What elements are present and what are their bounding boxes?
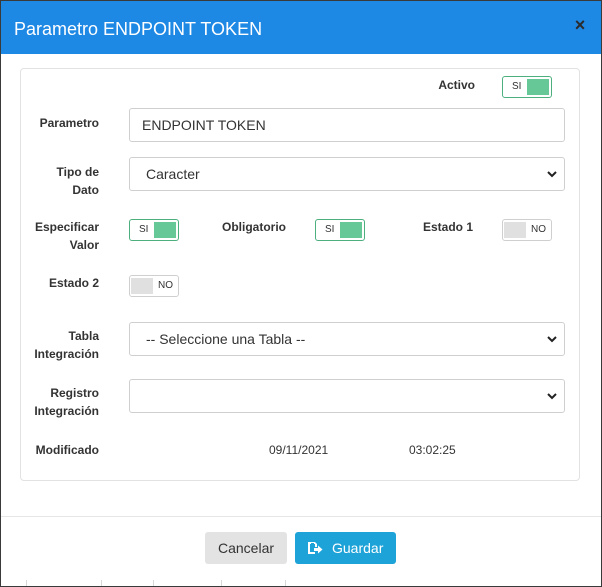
modificado-date: 09/11/2021	[269, 443, 329, 457]
chevron-down-icon	[547, 393, 557, 400]
obligatorio-toggle[interactable]: SI	[315, 219, 365, 241]
registro-integracion-select[interactable]	[129, 379, 565, 413]
cancel-button[interactable]: Cancelar	[205, 532, 287, 564]
especificar-valor-label: Especificar Valor	[34, 220, 99, 252]
modificado-time: 03:02:25	[409, 443, 456, 457]
tipo-dato-label: Tipo de Dato	[56, 165, 99, 197]
toggle-knob	[340, 222, 362, 238]
modificado-label: Modificado	[35, 443, 99, 457]
toggle-knob	[527, 79, 549, 95]
modal-title: Parametro ENDPOINT TOKEN	[14, 19, 263, 39]
tabla-integracion-selected: -- Seleccione una Tabla --	[146, 331, 306, 347]
background-page-edge	[1, 580, 601, 586]
especificar-valor-toggle[interactable]: SI	[129, 219, 179, 241]
floppy-disk-arrow-icon	[308, 542, 323, 554]
chevron-down-icon	[547, 171, 557, 178]
toggle-knob	[504, 222, 526, 238]
footer-divider	[1, 516, 601, 517]
obligatorio-label: Obligatorio	[222, 220, 286, 234]
toggle-knob	[131, 278, 153, 294]
tabla-integracion-label: Tabla Integración	[34, 329, 99, 361]
estado2-toggle-text: NO	[158, 280, 173, 291]
save-button[interactable]: Guardar	[295, 532, 396, 564]
estado2-label: Estado 2	[48, 276, 99, 290]
tipo-dato-select[interactable]: Caracter	[129, 157, 565, 191]
tipo-dato-selected: Caracter	[146, 166, 200, 182]
parametro-input[interactable]	[129, 108, 565, 142]
toggle-knob	[154, 222, 176, 238]
parametro-modal: Parametro ENDPOINT TOKEN × Activo SI Par…	[0, 0, 602, 587]
parametro-label: Parametro	[39, 116, 99, 130]
especificar-valor-toggle-text: SI	[139, 224, 149, 235]
estado1-toggle[interactable]: NO	[502, 219, 552, 241]
chevron-down-icon	[547, 336, 557, 343]
estado1-label: Estado 1	[422, 220, 473, 234]
estado1-toggle-text: NO	[531, 224, 546, 235]
tabla-integracion-select[interactable]: -- Seleccione una Tabla --	[129, 322, 565, 356]
activo-toggle-text: SI	[512, 81, 522, 92]
close-button[interactable]: ×	[573, 16, 587, 34]
registro-integracion-label: Registro Integración	[34, 386, 99, 418]
save-button-label: Guardar	[332, 540, 384, 556]
obligatorio-toggle-text: SI	[325, 224, 335, 235]
activo-label: Activo	[438, 78, 475, 92]
activo-toggle[interactable]: SI	[502, 76, 552, 98]
modal-header: Parametro ENDPOINT TOKEN ×	[1, 1, 601, 54]
estado2-toggle[interactable]: NO	[129, 275, 179, 297]
